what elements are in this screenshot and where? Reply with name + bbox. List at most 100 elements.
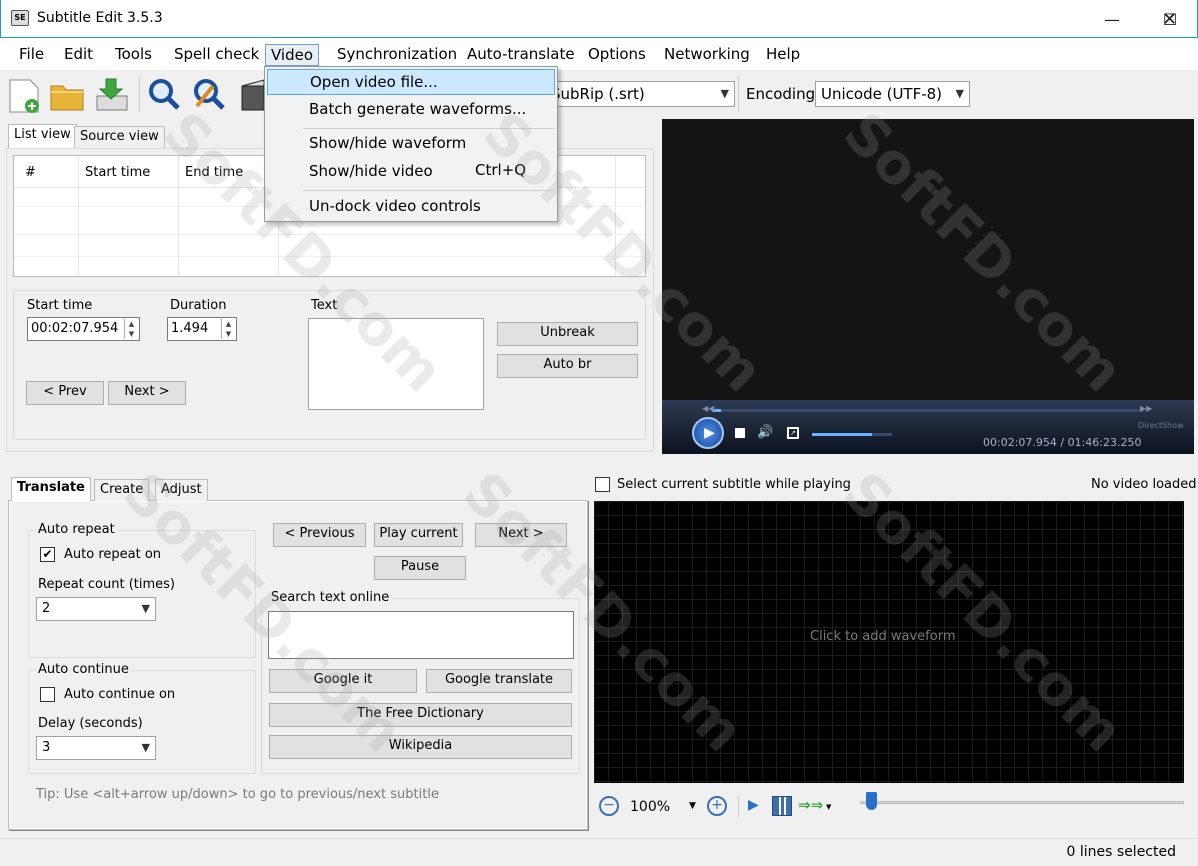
- column-divider: [615, 156, 616, 276]
- title-bar: SE Subtitle Edit 3.5.3 — ☐: [0, 0, 1198, 38]
- find-icon[interactable]: [146, 76, 182, 114]
- play-selection-icon[interactable]: ▶: [748, 797, 759, 813]
- spin-arrows-icon[interactable]: ▲ ▼: [221, 319, 235, 339]
- video-seek-track[interactable]: [712, 409, 1142, 412]
- auto-continue-checkbox[interactable]: [40, 687, 55, 702]
- close-button[interactable]: ✕: [1141, 0, 1198, 38]
- tab-source-view[interactable]: Source view: [74, 126, 165, 148]
- row-divider: [14, 256, 645, 257]
- engine-label: DirectShow: [1138, 421, 1184, 430]
- menu-open-video-file[interactable]: Open video file...: [267, 69, 555, 95]
- menu-networking[interactable]: Networking: [659, 44, 755, 66]
- chevron-down-icon: ▼: [955, 87, 964, 100]
- rewind-icon[interactable]: ◀◀: [702, 404, 714, 413]
- tip-text: Tip: Use <alt+arrow up/down> to go to pr…: [36, 787, 439, 802]
- encoding-value: Unicode (UTF-8): [821, 85, 943, 103]
- next-subtitle-button[interactable]: Next >: [475, 523, 567, 547]
- google-it-button[interactable]: Google it: [269, 669, 417, 693]
- menu-tools[interactable]: Tools: [110, 44, 157, 66]
- prev-button[interactable]: < Prev: [26, 381, 104, 405]
- subtitle-text-input[interactable]: [308, 318, 484, 410]
- repeat-count-label: Repeat count (times): [38, 577, 175, 592]
- fast-forward-icon[interactable]: ▶▶: [1140, 404, 1152, 413]
- menu-auto-translate[interactable]: Auto-translate: [462, 44, 580, 66]
- new-file-icon[interactable]: [6, 76, 42, 114]
- menu-show-hide-waveform[interactable]: Show/hide waveform: [267, 131, 555, 157]
- volume-icon[interactable]: 🔊: [757, 425, 773, 440]
- auto-repeat-on-label: Auto repeat on: [64, 547, 162, 562]
- video-status: No video loaded: [1091, 477, 1197, 492]
- duration-input[interactable]: 1.494 ▲ ▼: [167, 317, 237, 341]
- duration-value: 1.494: [171, 321, 209, 336]
- status-bar: 0 lines selected: [0, 838, 1198, 866]
- auto-next-icon[interactable]: ⇒⇒: [798, 796, 823, 814]
- menu-undock-video-controls[interactable]: Un-dock video controls: [267, 194, 555, 220]
- delay-select[interactable]: 3 ▼: [36, 736, 156, 760]
- zoom-value[interactable]: 100%: [630, 799, 670, 815]
- column-end-time[interactable]: End time: [185, 165, 243, 180]
- encoding-select[interactable]: Unicode (UTF-8) ▼: [815, 81, 970, 107]
- replace-icon[interactable]: [191, 76, 227, 114]
- column-start-time[interactable]: Start time: [85, 165, 150, 180]
- previous-button[interactable]: < Previous: [273, 523, 366, 547]
- zoom-out-icon[interactable]: −: [599, 796, 619, 816]
- fullscreen-icon[interactable]: ↗: [787, 427, 799, 439]
- waveform-position-track[interactable]: [860, 801, 1184, 804]
- volume-fill: [812, 433, 872, 436]
- unbreak-button[interactable]: Unbreak: [497, 322, 638, 346]
- start-time-input[interactable]: 00:02:07.954 ▲ ▼: [27, 317, 140, 341]
- auto-continue-group-label: Auto continue: [36, 662, 131, 677]
- visual-sync-icon[interactable]: [240, 76, 266, 114]
- play-icon[interactable]: ▶: [692, 417, 724, 449]
- toolbar: SubRip (.srt) ▼ Encoding Unicode (UTF-8)…: [0, 70, 1198, 118]
- format-select[interactable]: SubRip (.srt) ▼: [545, 81, 735, 107]
- chevron-down-icon[interactable]: ▼: [826, 803, 831, 811]
- menu-bar: File Edit Tools Spell check Video Synchr…: [0, 38, 1198, 70]
- google-translate-button[interactable]: Google translate: [426, 669, 572, 693]
- menu-options[interactable]: Options: [583, 44, 651, 66]
- window-title: Subtitle Edit 3.5.3: [37, 10, 163, 26]
- repeat-count-value: 2: [42, 601, 51, 616]
- menu-video[interactable]: Video: [265, 44, 320, 66]
- pause-button[interactable]: Pause: [374, 556, 466, 580]
- select-current-checkbox[interactable]: [595, 477, 610, 492]
- waveform-position-thumb[interactable]: [866, 792, 877, 810]
- repeat-count-select[interactable]: 2 ▼: [36, 597, 156, 621]
- menu-batch-generate-waveforms[interactable]: Batch generate waveforms...: [267, 97, 555, 123]
- video-display[interactable]: [662, 119, 1194, 401]
- auto-br-button[interactable]: Auto br: [497, 354, 638, 378]
- column-number[interactable]: #: [25, 165, 36, 180]
- menu-file[interactable]: File: [14, 44, 49, 66]
- video-menu-dropdown: Open video file... Batch generate wavefo…: [264, 66, 558, 222]
- tab-list-view[interactable]: List view: [8, 124, 77, 148]
- open-folder-icon[interactable]: [49, 76, 85, 114]
- search-text-input[interactable]: [268, 611, 574, 659]
- chevron-down-icon: ▼: [141, 741, 150, 754]
- minimize-button[interactable]: —: [1083, 0, 1141, 38]
- next-button[interactable]: Next >: [108, 381, 186, 405]
- search-online-label: Search text online: [269, 590, 392, 605]
- start-time-value: 00:02:07.954: [31, 321, 119, 336]
- waveform-display[interactable]: Click to add waveform: [594, 501, 1184, 783]
- menu-synchronization[interactable]: Synchronization: [332, 44, 462, 66]
- tab-adjust[interactable]: Adjust: [155, 479, 208, 501]
- menu-spell-check[interactable]: Spell check: [169, 44, 264, 66]
- wikipedia-button[interactable]: Wikipedia: [269, 735, 572, 759]
- zoom-dropdown-icon[interactable]: ▼: [689, 801, 696, 811]
- spin-arrows-icon[interactable]: ▲ ▼: [124, 319, 138, 339]
- zoom-in-icon[interactable]: +: [707, 796, 727, 816]
- split-icon[interactable]: [772, 796, 792, 816]
- auto-repeat-checkbox[interactable]: ✔: [40, 547, 55, 562]
- save-download-icon[interactable]: [93, 76, 129, 114]
- play-current-button[interactable]: Play current: [374, 523, 463, 547]
- menu-separator: [303, 190, 555, 191]
- text-label: Text: [311, 298, 338, 313]
- stop-icon[interactable]: [735, 428, 745, 438]
- chevron-down-icon: ▼: [141, 602, 150, 615]
- tab-create[interactable]: Create: [94, 479, 150, 501]
- video-controls: ◀◀ ▶▶ ▶ 🔊 ↗ DirectShow 00:02:07.954 / 01…: [662, 400, 1194, 454]
- menu-help[interactable]: Help: [761, 44, 805, 66]
- free-dictionary-button[interactable]: The Free Dictionary: [269, 703, 572, 727]
- tab-translate[interactable]: Translate: [11, 477, 91, 501]
- menu-edit[interactable]: Edit: [59, 44, 98, 66]
